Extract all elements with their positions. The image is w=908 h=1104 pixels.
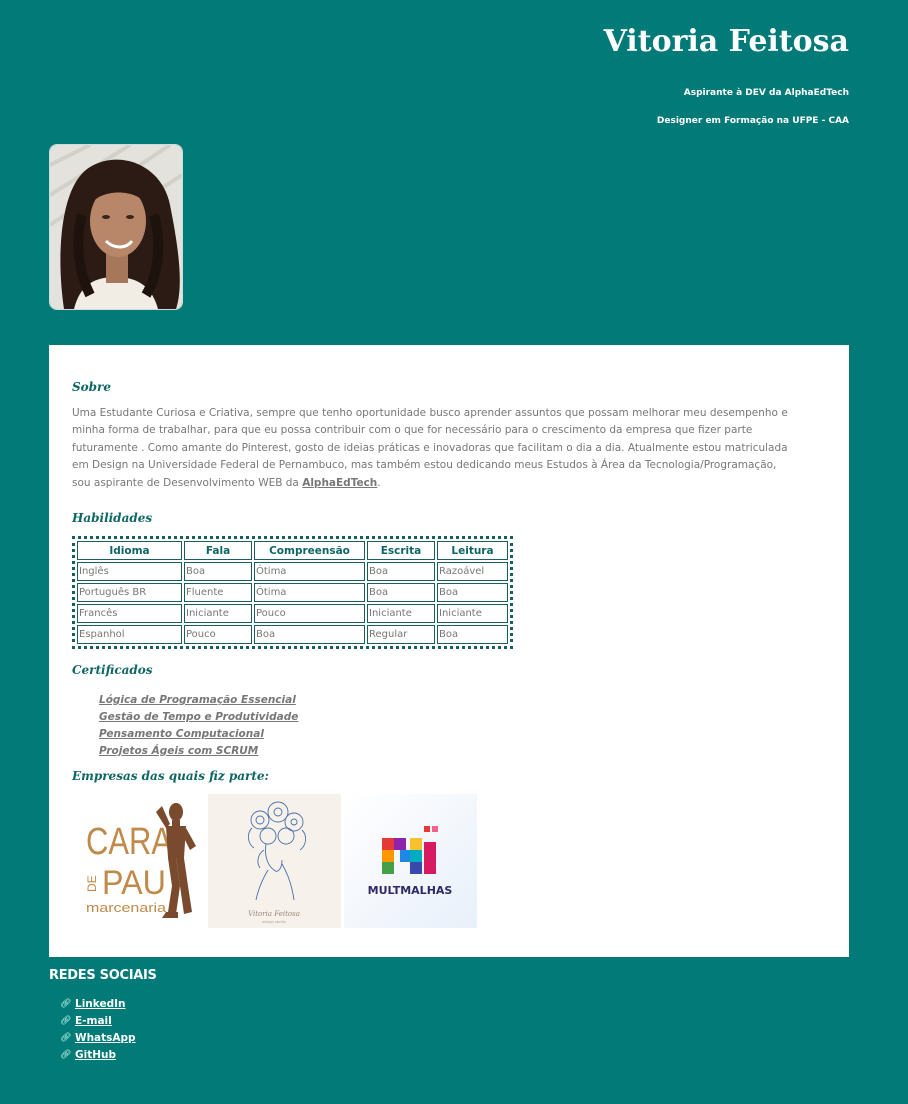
table-cell: Iniciante (437, 604, 508, 623)
certificates-title: Certificados (72, 663, 153, 677)
companies-title: Empresas das quais fiz parte: (72, 769, 269, 783)
list-item: Gestão de Tempo e Produtividade (99, 706, 298, 723)
content-card: Sobre Uma Estudante Curiosa e Criativa, … (49, 345, 849, 957)
certificate-link[interactable]: Gestão de Tempo e Produtividade (99, 711, 298, 723)
column-header: Leitura (437, 541, 508, 560)
certificates-list: Lógica de Programação Essencial Gestão d… (99, 689, 298, 757)
list-item: 🔗︎ WhatsApp (60, 1030, 157, 1047)
about-title: Sobre (72, 380, 112, 394)
about-suffix: . (377, 476, 381, 489)
github-link[interactable]: GitHub (75, 1047, 116, 1064)
about-text: Uma Estudante Curiosa e Criativa, sempre… (72, 405, 792, 492)
table-cell: Inglês (77, 562, 182, 581)
table-row: Inglês Boa Ótima Boa Razoável (77, 562, 508, 581)
linkedin-link[interactable]: LinkedIn (75, 996, 126, 1013)
email-link[interactable]: E-mail (75, 1013, 112, 1030)
table-cell: Razoável (437, 562, 508, 581)
vitoria-feitosa-logo: Vitoria Feitosa design studio (208, 794, 341, 928)
social-title: REDES SOCIAIS (49, 968, 157, 983)
logo-text-de: DE (85, 875, 99, 892)
column-header: Idioma (77, 541, 182, 560)
table-cell: Boa (367, 583, 435, 602)
table-cell: Boa (367, 562, 435, 581)
social-links: 🔗︎ LinkedIn 🔗︎ E-mail 🔗︎ WhatsApp 🔗︎ GitHub (49, 996, 157, 1064)
table-cell: Boa (184, 562, 252, 581)
alphaedtech-link[interactable]: AlphaEdTech (302, 477, 377, 489)
link-icon: 🔗︎ (60, 999, 72, 1009)
languages-table: Idioma Fala Compreensão Escrita Leitura … (72, 536, 513, 649)
table-cell: Iniciante (184, 604, 252, 623)
table-cell: Boa (437, 625, 508, 644)
skills-title: Habilidades (72, 511, 153, 525)
social-section: REDES SOCIAIS 🔗︎ LinkedIn 🔗︎ E-mail 🔗︎ What… (49, 968, 157, 1064)
logo-tagline: design studio (262, 920, 285, 924)
about-body: Uma Estudante Curiosa e Criativa, sempre… (72, 407, 788, 489)
table-cell: Ótima (254, 562, 365, 581)
subtitle-dev: Aspirante à DEV da AlphaEdTech (683, 88, 849, 98)
table-cell: Iniciante (367, 604, 435, 623)
link-icon: 🔗︎ (60, 1033, 72, 1043)
table-cell: Francês (77, 604, 182, 623)
column-header: Compreensão (254, 541, 365, 560)
certificate-link[interactable]: Pensamento Computacional (99, 728, 264, 740)
page-header: Vitoria Feitosa Aspirante à DEV da Alpha… (0, 0, 908, 340)
column-header: Escrita (367, 541, 435, 560)
logo-text-multmalhas: MULTMALHAS (368, 884, 453, 897)
list-item: 🔗︎ E-mail (60, 1013, 157, 1030)
table-cell: Pouco (184, 625, 252, 644)
link-icon: 🔗︎ (60, 1016, 72, 1026)
list-item: 🔗︎ LinkedIn (60, 996, 157, 1013)
table-cell: Regular (367, 625, 435, 644)
table-row: Português BR Fluente Ótima Boa Boa (77, 583, 508, 602)
table-cell: Pouco (254, 604, 365, 623)
logo-signature: Vitoria Feitosa (248, 910, 300, 918)
certificate-link[interactable]: Projetos Ágeis com SCRUM (99, 745, 258, 757)
multmalhas-logo: MULTMALHAS (344, 794, 477, 928)
link-icon: 🔗︎ (60, 1050, 72, 1060)
list-item: Pensamento Computacional (99, 723, 298, 740)
logo-text-cara: CARA (86, 821, 173, 863)
table-cell: Ótima (254, 583, 365, 602)
table-cell: Espanhol (77, 625, 182, 644)
profile-photo (49, 144, 183, 310)
table-header-row: Idioma Fala Compreensão Escrita Leitura (77, 541, 508, 560)
table-cell: Boa (254, 625, 365, 644)
column-header: Fala (184, 541, 252, 560)
company-logos: CARA DE PAU marcenaria Vitoria Feitosa d… (72, 794, 477, 928)
list-item: Lógica de Programação Essencial (99, 689, 298, 706)
table-row: Espanhol Pouco Boa Regular Boa (77, 625, 508, 644)
table-cell: Português BR (77, 583, 182, 602)
page-title: Vitoria Feitosa (603, 24, 849, 59)
subtitle-design: Designer em Formação na UFPE - CAA (656, 116, 849, 126)
table-cell: Fluente (184, 583, 252, 602)
table-row: Francês Iniciante Pouco Iniciante Inicia… (77, 604, 508, 623)
certificate-link[interactable]: Lógica de Programação Essencial (99, 694, 296, 706)
list-item: 🔗︎ GitHub (60, 1047, 157, 1064)
cara-de-pau-logo: CARA DE PAU marcenaria (72, 794, 205, 928)
logo-text-marcenaria: marcenaria (86, 900, 167, 915)
whatsapp-link[interactable]: WhatsApp (75, 1030, 136, 1047)
logo-text-pau: PAU (102, 864, 166, 902)
list-item: Projetos Ágeis com SCRUM (99, 740, 298, 757)
table-cell: Boa (437, 583, 508, 602)
